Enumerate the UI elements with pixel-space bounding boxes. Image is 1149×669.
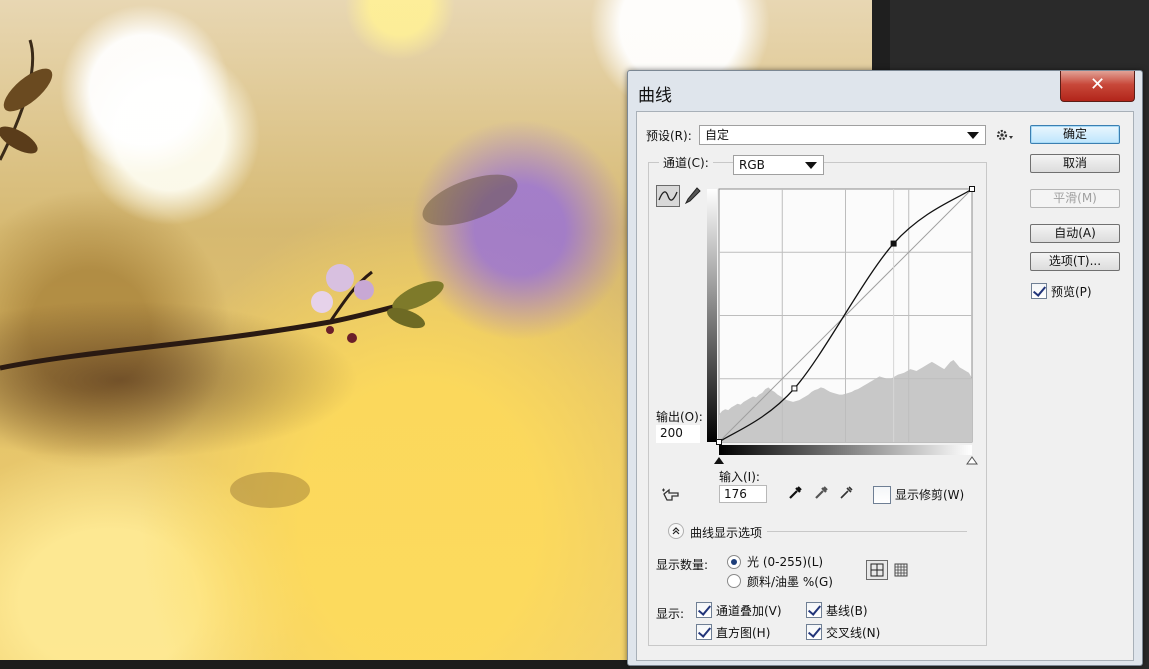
curve-tool-button[interactable] — [656, 185, 680, 207]
close-icon: ✕ — [1089, 74, 1106, 95]
show-clipping-checkbox[interactable] — [873, 486, 891, 504]
cancel-button[interactable]: 取消 — [1030, 154, 1120, 173]
eyedropper-icon[interactable] — [838, 485, 854, 501]
preset-select[interactable]: 自定 — [699, 125, 986, 145]
input-gradient-bar — [719, 445, 972, 455]
output-label: 输出(O): — [656, 410, 703, 424]
chevron-down-icon — [805, 162, 817, 169]
intersection-label: 交叉线(N) — [826, 626, 881, 640]
chevron-up-icon[interactable] — [668, 523, 684, 539]
hand-target-icon[interactable] — [661, 485, 683, 503]
gear-icon[interactable] — [995, 127, 1015, 143]
eyedropper-icon[interactable] — [813, 485, 829, 501]
histogram-label: 直方图(H) — [716, 626, 771, 640]
white-point-slider — [966, 456, 978, 465]
baseline-label: 基线(B) — [826, 604, 868, 618]
curve-control-point — [716, 439, 722, 445]
channel-value: RGB — [739, 158, 765, 172]
output-field[interactable]: 200 — [656, 425, 700, 443]
detailed-grid-icon[interactable] — [893, 562, 909, 578]
canvas-bottom-edge — [0, 660, 630, 669]
pencil-icon[interactable] — [684, 186, 702, 206]
options-button[interactable]: 选项(T)... — [1030, 252, 1120, 271]
divider — [767, 531, 967, 532]
simple-grid-button[interactable] — [866, 560, 888, 580]
curves-dialog: 曲线 ✕ 预设(R): 自定 确定 取消 平滑(M) 自动(A) 选项(T)..… — [627, 70, 1143, 666]
channel-overlays-label: 通道叠加(V) — [716, 604, 782, 618]
curve-control-point — [791, 385, 798, 392]
pigment-radio-label: 颜料/油墨 %(G) — [747, 575, 833, 589]
preset-value: 自定 — [705, 128, 730, 142]
light-radio-label: 光 (0-255)(L) — [747, 555, 824, 569]
channel-overlays-checkbox[interactable] — [696, 602, 712, 618]
curve-control-point — [969, 186, 975, 192]
preview-label: 预览(P) — [1051, 285, 1092, 299]
channel-label: 通道(C): — [659, 155, 713, 171]
show-label: 显示: — [656, 607, 685, 621]
show-amount-label: 显示数量: — [656, 558, 709, 572]
show-clipping-label: 显示修剪(W) — [895, 488, 965, 502]
dialog-title: 曲线 — [638, 86, 672, 106]
black-point-slider — [714, 457, 724, 464]
input-label: 输入(I): — [719, 470, 760, 484]
preview-checkbox[interactable] — [1031, 283, 1047, 299]
eyedropper-icon[interactable] — [787, 485, 803, 501]
light-radio[interactable] — [727, 555, 741, 569]
curve-graph[interactable] — [705, 183, 980, 473]
output-gradient-bar — [707, 189, 717, 442]
close-button[interactable]: ✕ — [1060, 71, 1135, 102]
curve-point-icon — [658, 191, 678, 201]
smooth-button[interactable]: 平滑(M) — [1030, 189, 1120, 208]
intersection-checkbox[interactable] — [806, 624, 822, 640]
baseline-checkbox[interactable] — [806, 602, 822, 618]
chevron-down-icon — [967, 132, 979, 139]
channel-select[interactable]: RGB — [733, 155, 824, 175]
curve-control-point — [890, 240, 897, 247]
input-field[interactable]: 176 — [719, 485, 767, 503]
histogram-checkbox[interactable] — [696, 624, 712, 640]
ok-button[interactable]: 确定 — [1030, 125, 1120, 144]
preset-label: 预设(R): — [646, 129, 692, 143]
pigment-radio[interactable] — [727, 574, 741, 588]
curve-display-options-label: 曲线显示选项 — [690, 526, 763, 540]
auto-button[interactable]: 自动(A) — [1030, 224, 1120, 243]
dialog-client-area: 预设(R): 自定 确定 取消 平滑(M) 自动(A) 选项(T)... 预览(… — [636, 111, 1134, 661]
grid-icon — [870, 563, 884, 577]
